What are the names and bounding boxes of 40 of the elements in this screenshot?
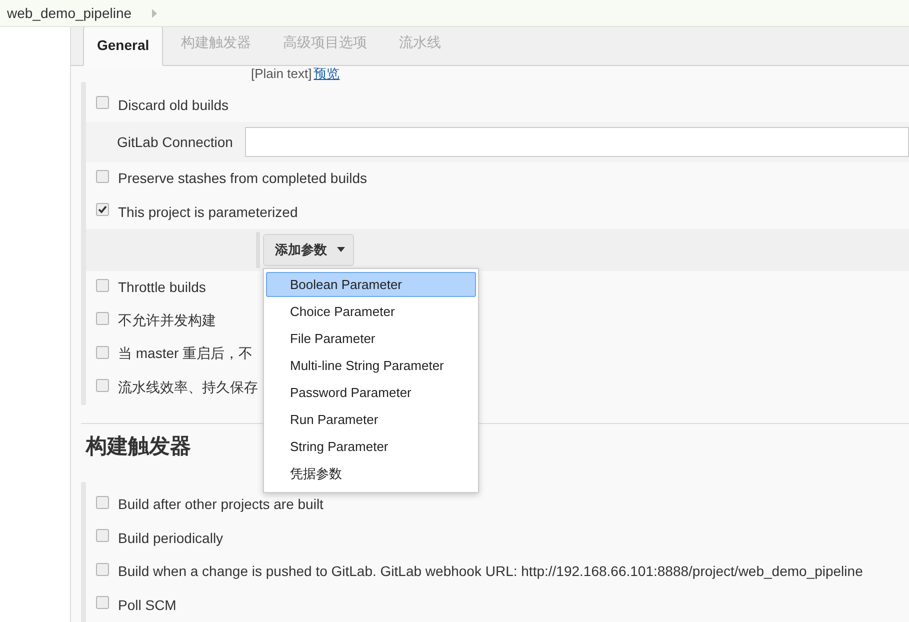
option-label: Build after other projects are built: [118, 496, 324, 512]
option-label: Build periodically: [118, 530, 224, 546]
checkbox[interactable]: [96, 496, 109, 509]
caret-icon: [337, 247, 345, 252]
tab[interactable]: General: [83, 27, 164, 66]
menu-item[interactable]: Boolean Parameter: [266, 272, 476, 296]
add-parameter-button[interactable]: 添加参数: [263, 234, 354, 266]
checkbox[interactable]: [96, 346, 109, 359]
option-label: 不允许并发构建: [118, 312, 216, 330]
option-label: Poll SCM: [118, 596, 176, 613]
menu-item[interactable]: Password Parameter: [266, 380, 476, 404]
menu-item[interactable]: File Parameter: [266, 326, 476, 350]
checkbox[interactable]: [96, 278, 109, 292]
checkbox[interactable]: [96, 379, 109, 392]
field-label: GitLab Connection: [117, 134, 233, 150]
checkbox[interactable]: [96, 170, 109, 183]
menu-item[interactable]: Run Parameter: [266, 406, 476, 432]
option-label: 当 master 重启后，不: [118, 345, 253, 364]
checkbox[interactable]: [96, 529, 109, 542]
checkbox[interactable]: [96, 312, 109, 326]
gitlab-connection-field[interactable]: [244, 126, 909, 156]
chevron-right-icon: [152, 8, 157, 18]
option-label: Discard old builds: [118, 96, 228, 113]
option-label: Throttle builds: [118, 279, 206, 296]
option-label: 流水线效率、持久保存: [118, 378, 258, 397]
checkbox[interactable]: [96, 203, 109, 216]
preview-link[interactable]: 预览: [314, 66, 340, 82]
checkbox[interactable]: [96, 596, 109, 610]
menu-item[interactable]: 凭据参数: [266, 460, 476, 486]
menu-item[interactable]: Multi-line String Parameter: [266, 352, 476, 378]
menu-item[interactable]: String Parameter: [266, 434, 476, 458]
checkbox[interactable]: [96, 96, 109, 110]
checkbox[interactable]: [96, 562, 109, 576]
section-heading: 构建触发器: [86, 434, 191, 460]
format-label: [Plain text]: [251, 66, 312, 82]
breadcrumb-link[interactable]: web_demo_pipeline: [7, 5, 132, 21]
option-label: Build when a change is pushed to GitLab. GitLab webhook URL: http://192.168.66.101:8888/project/web_demo_pipeline: [118, 563, 863, 580]
option-label: This project is parameterized: [118, 204, 298, 220]
menu-item[interactable]: Choice Parameter: [266, 298, 476, 324]
option-label: Preserve stashes from completed builds: [118, 170, 367, 186]
